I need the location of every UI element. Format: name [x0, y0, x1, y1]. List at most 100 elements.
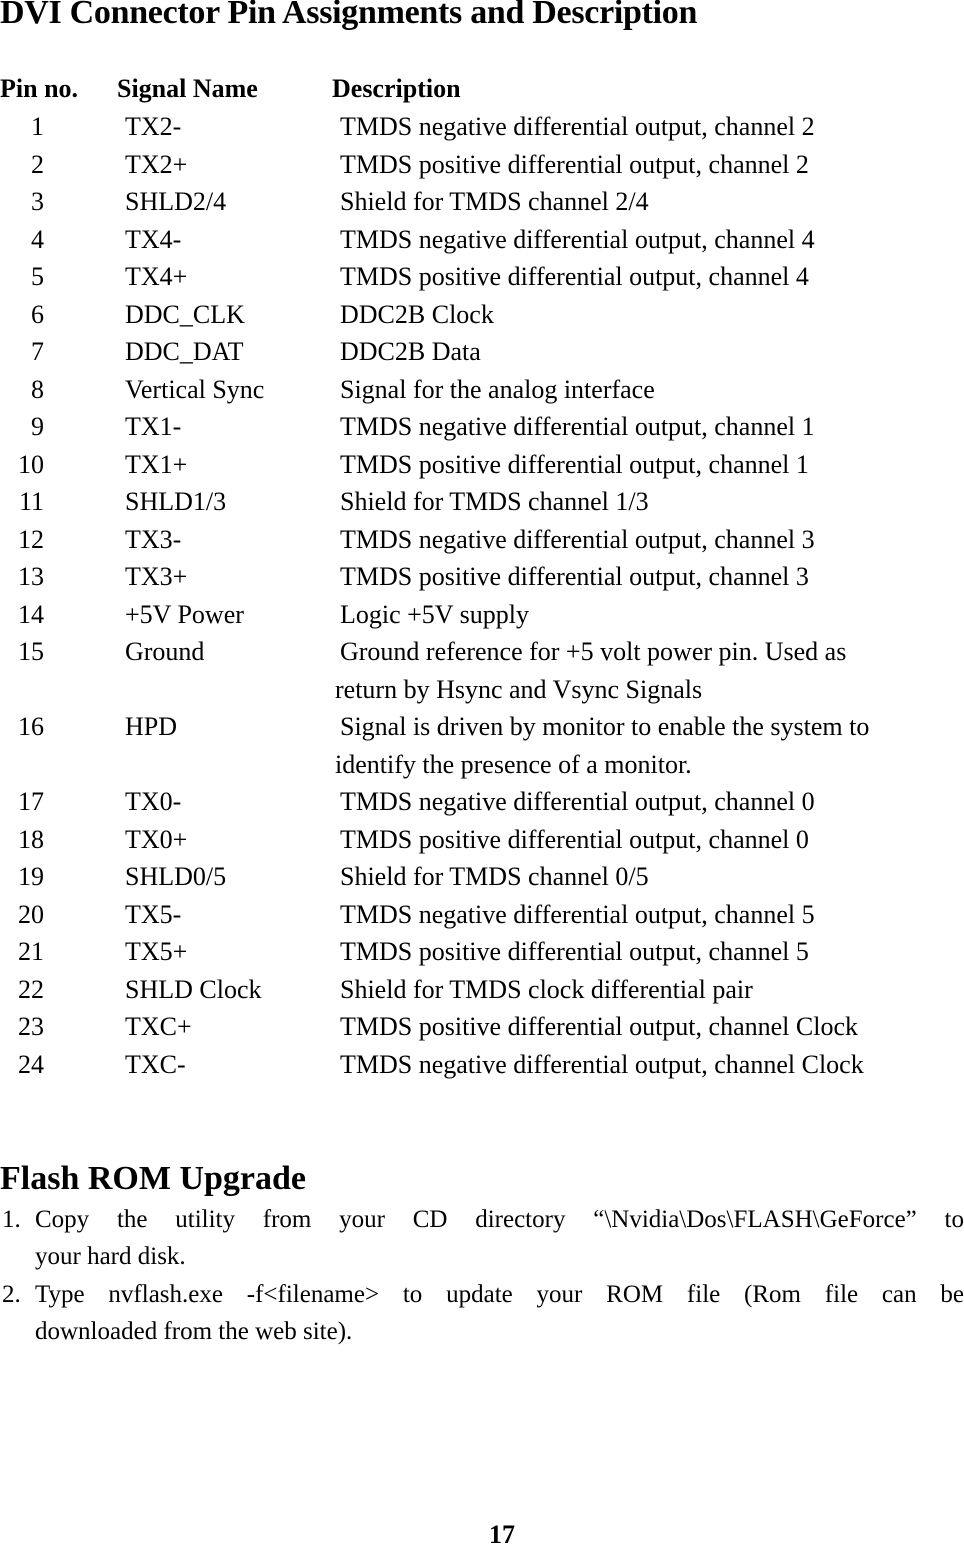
pin-description: Ground reference for +5 volt power pin. … — [340, 637, 847, 666]
pin-description: TMDS positive differential output, chann… — [340, 262, 809, 291]
pin-description: Logic +5V supply — [340, 599, 529, 629]
pin-number: 7 — [31, 337, 44, 366]
table-row: 21 TX5+ TMDS positive differential output,… — [0, 937, 964, 975]
pin-description: Shield for TMDS channel 0/5 — [340, 862, 649, 891]
pin-number: 11 — [18, 487, 44, 516]
pin-number: 16 — [18, 712, 44, 741]
signal-name: +5V Power — [125, 599, 244, 629]
table-row: 16 HPD Signal is driven by monitor to enab… — [0, 712, 964, 750]
pin-number: 5 — [31, 262, 44, 291]
pin-number: 3 — [31, 187, 44, 216]
table-row: 18 TX0+ TMDS positive differential output,… — [0, 825, 964, 863]
pin-description: TMDS negative differential output, chann… — [340, 524, 815, 554]
step-text-continued: your hard disk. — [35, 1243, 186, 1270]
table-row-continuation: return by Hsync and Vsync Signals — [0, 675, 964, 713]
pin-number: 19 — [18, 862, 44, 891]
pin-number: 21 — [18, 937, 44, 966]
pin-description: TMDS negative differential output, chann… — [340, 224, 815, 254]
table-row: 4 TX4- TMDS negative differential output, … — [0, 225, 964, 263]
signal-name: Ground — [125, 637, 205, 666]
pin-number: 12 — [18, 524, 44, 554]
pin-number: 10 — [18, 449, 44, 479]
signal-name: TX0- — [125, 787, 182, 816]
pin-description: TMDS positive differential output, chann… — [340, 562, 809, 591]
table-row: 9 TX1- TMDS negative differential output, … — [0, 412, 964, 450]
pin-number: 20 — [18, 899, 44, 929]
pin-description: Signal is driven by monitor to enable th… — [340, 712, 870, 741]
pin-description: TMDS negative differential output, chann… — [340, 899, 815, 929]
signal-name: DDC_DAT — [125, 337, 244, 366]
step-number: 2. — [2, 1281, 21, 1308]
table-row: 12 TX3- TMDS negative differential output,… — [0, 525, 964, 563]
pin-description: TMDS negative differential output, chann… — [340, 1049, 864, 1079]
signal-name: SHLD1/3 — [125, 487, 227, 516]
pin-description: TMDS negative differential output, chann… — [340, 787, 815, 816]
pin-number: 22 — [18, 974, 44, 1004]
pin-description: TMDS positive differential output, chann… — [340, 449, 809, 479]
step-text: Copy the utility from your CD directory … — [35, 1206, 964, 1233]
table-row: 15 Ground Ground reference for +5 volt pow… — [0, 637, 964, 675]
signal-name: TX5- — [125, 899, 182, 929]
table-row: 23 TXC+ TMDS positive differential output,… — [0, 1012, 964, 1050]
pin-description-continued: identify the presence of a monitor. — [335, 749, 692, 779]
pin-description: Shield for TMDS clock differential pair — [340, 974, 753, 1004]
page-title: DVI Connector Pin Assignments and Descri… — [0, 0, 698, 31]
pin-number: 17 — [18, 787, 44, 816]
table-row: 22 SHLD Clock Shield for TMDS clock differ… — [0, 975, 964, 1013]
signal-name: TX2+ — [125, 149, 188, 179]
signal-name: TX2- — [125, 112, 182, 141]
pin-description: TMDS positive differential output, chann… — [340, 1012, 858, 1041]
pin-number: 18 — [18, 824, 44, 854]
pin-number: 15 — [18, 637, 44, 666]
pin-number: 2 — [31, 149, 44, 179]
table-row: 10 TX1+ TMDS positive differential output,… — [0, 450, 964, 488]
pin-description: Shield for TMDS channel 2/4 — [340, 187, 649, 216]
signal-name: Vertical Sync — [125, 374, 265, 404]
pin-description: Signal for the analog interface — [340, 374, 655, 404]
signal-name: DDC_CLK — [125, 299, 245, 329]
flash-step: 2. Type nvflash.exe -f<filename> to updat… — [0, 1281, 964, 1356]
signal-name: SHLD2/4 — [125, 187, 227, 216]
pin-description-continued: return by Hsync and Vsync Signals — [335, 674, 703, 704]
pin-number: 24 — [18, 1049, 44, 1079]
table-row: 19 SHLD0/5 Shield for TMDS channel 0/5 — [0, 862, 964, 900]
pin-description: DDC2B Clock — [340, 299, 494, 329]
pin-number: 13 — [18, 562, 44, 591]
table-row-continuation: identify the presence of a monitor. — [0, 750, 964, 788]
table-row: 17 TX0- TMDS negative differential output,… — [0, 787, 964, 825]
table-row: 5 TX4+ TMDS positive differential output, … — [0, 262, 964, 300]
pin-number: 1 — [31, 112, 44, 141]
step-number: 1. — [2, 1206, 21, 1233]
pin-number: 9 — [31, 412, 44, 441]
signal-name: TX0+ — [125, 824, 188, 854]
header-pin-no: Pin no. — [0, 74, 79, 103]
table-row: 24 TXC- TMDS negative differential output,… — [0, 1050, 964, 1088]
table-row: 14 +5V Power Logic +5V supply — [0, 600, 964, 638]
table-row: 6 DDC_CLK DDC2B Clock — [0, 300, 964, 338]
pin-description: TMDS negative differential output, chann… — [340, 112, 815, 141]
pin-number: 8 — [31, 374, 44, 404]
pin-number: 23 — [18, 1012, 44, 1041]
pin-description: Shield for TMDS channel 1/3 — [340, 487, 649, 516]
table-row: 3 SHLD2/4 Shield for TMDS channel 2/4 — [0, 187, 964, 225]
pin-description: TMDS positive differential output, chann… — [340, 937, 809, 966]
signal-name: TX3- — [125, 524, 182, 554]
signal-name: TX5+ — [125, 937, 188, 966]
flash-step: 1. Copy the utility from your CD director… — [0, 1206, 964, 1281]
table-row: 13 TX3+ TMDS positive differential output,… — [0, 562, 964, 600]
header-signal-name: Signal Name — [117, 74, 258, 103]
pin-description: TMDS negative differential output, chann… — [340, 412, 815, 441]
signal-name: TX4+ — [125, 262, 188, 291]
header-description: Description — [332, 74, 461, 103]
pin-description: TMDS positive differential output, chann… — [340, 149, 809, 179]
pin-number: 14 — [18, 599, 44, 629]
table-row: 8 Vertical Sync Signal for the analog inte… — [0, 375, 964, 413]
table-row: 2 TX2+ TMDS positive differential output, … — [0, 150, 964, 188]
page-number: 17 — [489, 1520, 515, 1549]
signal-name: TXC+ — [125, 1012, 192, 1041]
table-row: 11 SHLD1/3 Shield for TMDS channel 1/3 — [0, 487, 964, 525]
table-row: 20 TX5- TMDS negative differential output,… — [0, 900, 964, 938]
pin-description: TMDS positive differential output, chann… — [340, 824, 809, 854]
pin-description: DDC2B Data — [340, 337, 481, 366]
signal-name: TX4- — [125, 224, 182, 254]
